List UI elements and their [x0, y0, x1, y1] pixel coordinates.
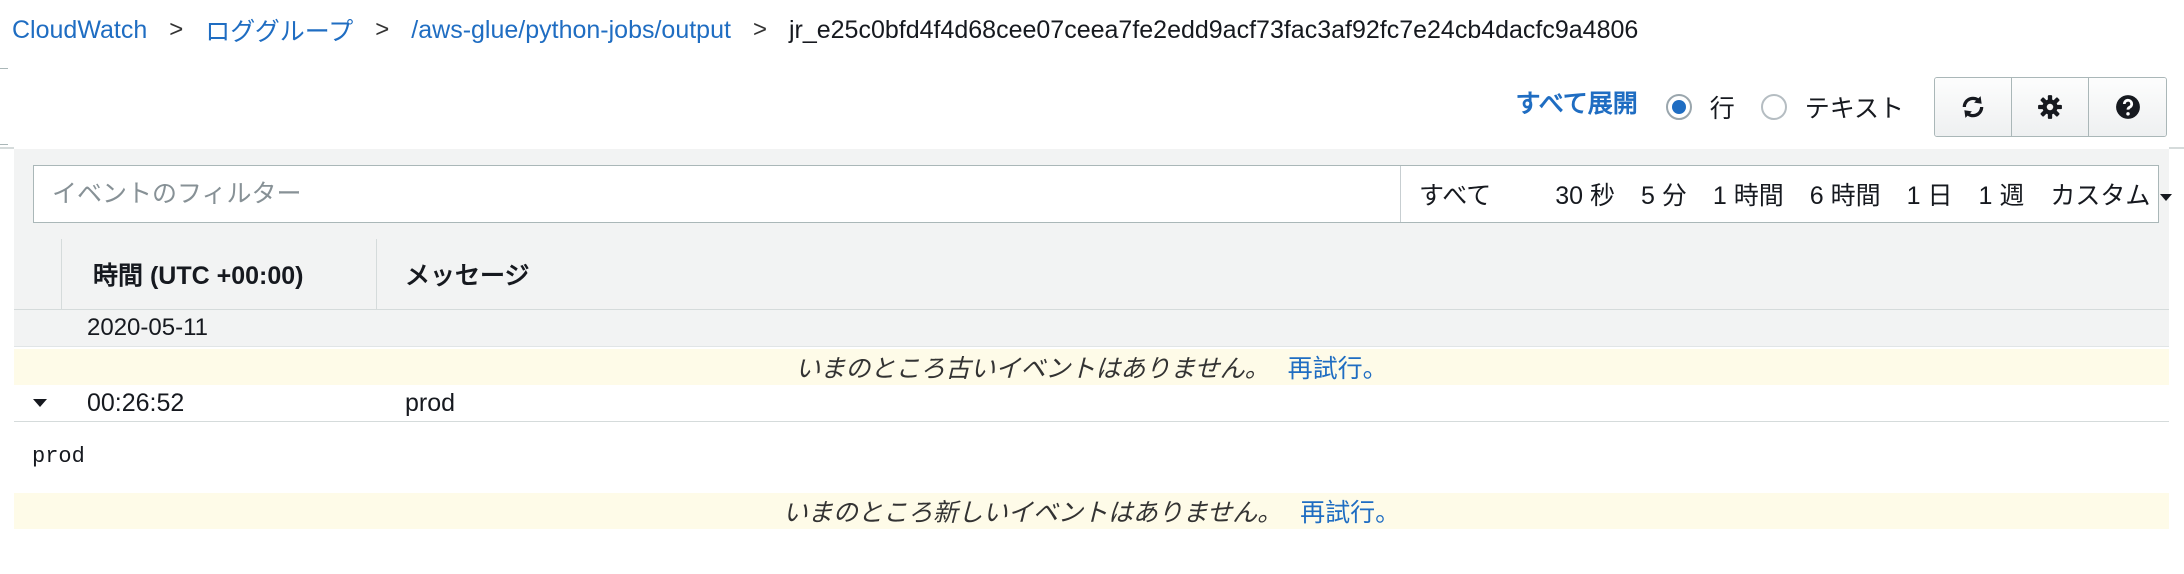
table-row[interactable]: 00:26:52 prod: [14, 385, 2169, 422]
breadcrumb-cloudwatch-link[interactable]: CloudWatch: [12, 16, 147, 45]
range-custom-label: カスタム: [2050, 182, 2151, 210]
date-group-label: 2020-05-11: [87, 314, 208, 341]
edge-tick: [0, 144, 8, 145]
view-row-radio[interactable]: [1665, 94, 1692, 120]
breadcrumb-separator: >: [375, 16, 390, 43]
breadcrumb-current-stream: jr_e25c0bfd4f4d68cee07ceea7fe2edd9acf73f…: [788, 15, 1639, 44]
breadcrumb-log-group-link[interactable]: /aws-glue/python-jobs/output: [411, 16, 731, 45]
message-column-header[interactable]: メッセージ: [377, 239, 530, 309]
newer-events-notice: いまのところ新しいイベントはありません。 再試行。: [14, 493, 2169, 529]
older-events-notice: いまのところ古いイベントはありません。 再試行。: [14, 349, 2169, 385]
view-text-radio[interactable]: [1760, 94, 1787, 120]
time-range-selector: すべて 30 秒 5 分 1 時間 6 時間 1 日 1 週 カスタム: [1401, 166, 2173, 222]
expand-toggle[interactable]: [14, 399, 61, 407]
event-filter-input[interactable]: [34, 166, 1401, 222]
range-all[interactable]: すべて: [1419, 176, 1491, 212]
event-message: prod: [405, 388, 456, 417]
older-events-message: いまのところ古いイベントはありません。: [795, 355, 1270, 383]
refresh-icon: [1962, 96, 1984, 118]
range-6h[interactable]: 6 時間: [1810, 176, 1881, 212]
triangle-down-icon: [32, 399, 47, 407]
toggle-column-header: [14, 239, 62, 309]
view-row-label: 行: [1709, 95, 1735, 123]
date-group-row: 2020-05-11: [14, 310, 2169, 347]
newer-events-message: いまのところ新しいイベントはありません。: [782, 499, 1283, 527]
expand-all-link[interactable]: すべて展開: [1515, 84, 1637, 120]
gear-icon: [2038, 95, 2062, 119]
breadcrumb: CloudWatch > ロググループ > /aws-glue/python-j…: [12, 12, 1638, 48]
help-button[interactable]: [2089, 78, 2166, 136]
caret-down-icon: [2160, 193, 2173, 201]
range-1d[interactable]: 1 日: [1907, 176, 1953, 212]
range-1h[interactable]: 1 時間: [1713, 176, 1784, 212]
range-custom-dropdown[interactable]: カスタム: [2050, 176, 2173, 212]
older-events-retry-link[interactable]: 再試行。: [1288, 349, 1388, 385]
event-detail-text: prod: [32, 444, 85, 469]
range-5m[interactable]: 5 分: [1641, 176, 1687, 212]
range-30s[interactable]: 30 秒: [1555, 176, 1615, 212]
refresh-button[interactable]: [1935, 78, 2012, 136]
time-column-header[interactable]: 時間 (UTC +00:00): [62, 239, 377, 309]
edge-tick: [0, 68, 8, 69]
filter-box: すべて 30 秒 5 分 1 時間 6 時間 1 日 1 週 カスタム: [33, 165, 2173, 223]
toolbar: すべて展開 行 テキスト: [1515, 76, 2167, 138]
newer-events-retry-link[interactable]: 再試行。: [1300, 493, 1400, 529]
settings-button[interactable]: [2012, 78, 2089, 136]
breadcrumb-separator: >: [169, 16, 184, 43]
event-time: 00:26:52: [87, 388, 185, 417]
help-icon: [2115, 95, 2140, 119]
view-text-label: テキスト: [1804, 95, 1904, 123]
breadcrumb-log-groups-link[interactable]: ロググループ: [205, 12, 353, 48]
breadcrumb-separator: >: [752, 16, 767, 43]
toolbar-button-group: [1934, 77, 2167, 137]
table-header: 時間 (UTC +00:00) メッセージ: [14, 239, 2169, 310]
filter-area: すべて 30 秒 5 分 1 時間 6 時間 1 日 1 週 カスタム: [14, 149, 2173, 243]
log-events-panel: すべて 30 秒 5 分 1 時間 6 時間 1 日 1 週 カスタム 時間 (…: [14, 147, 2173, 573]
range-1w[interactable]: 1 週: [1978, 176, 2024, 212]
